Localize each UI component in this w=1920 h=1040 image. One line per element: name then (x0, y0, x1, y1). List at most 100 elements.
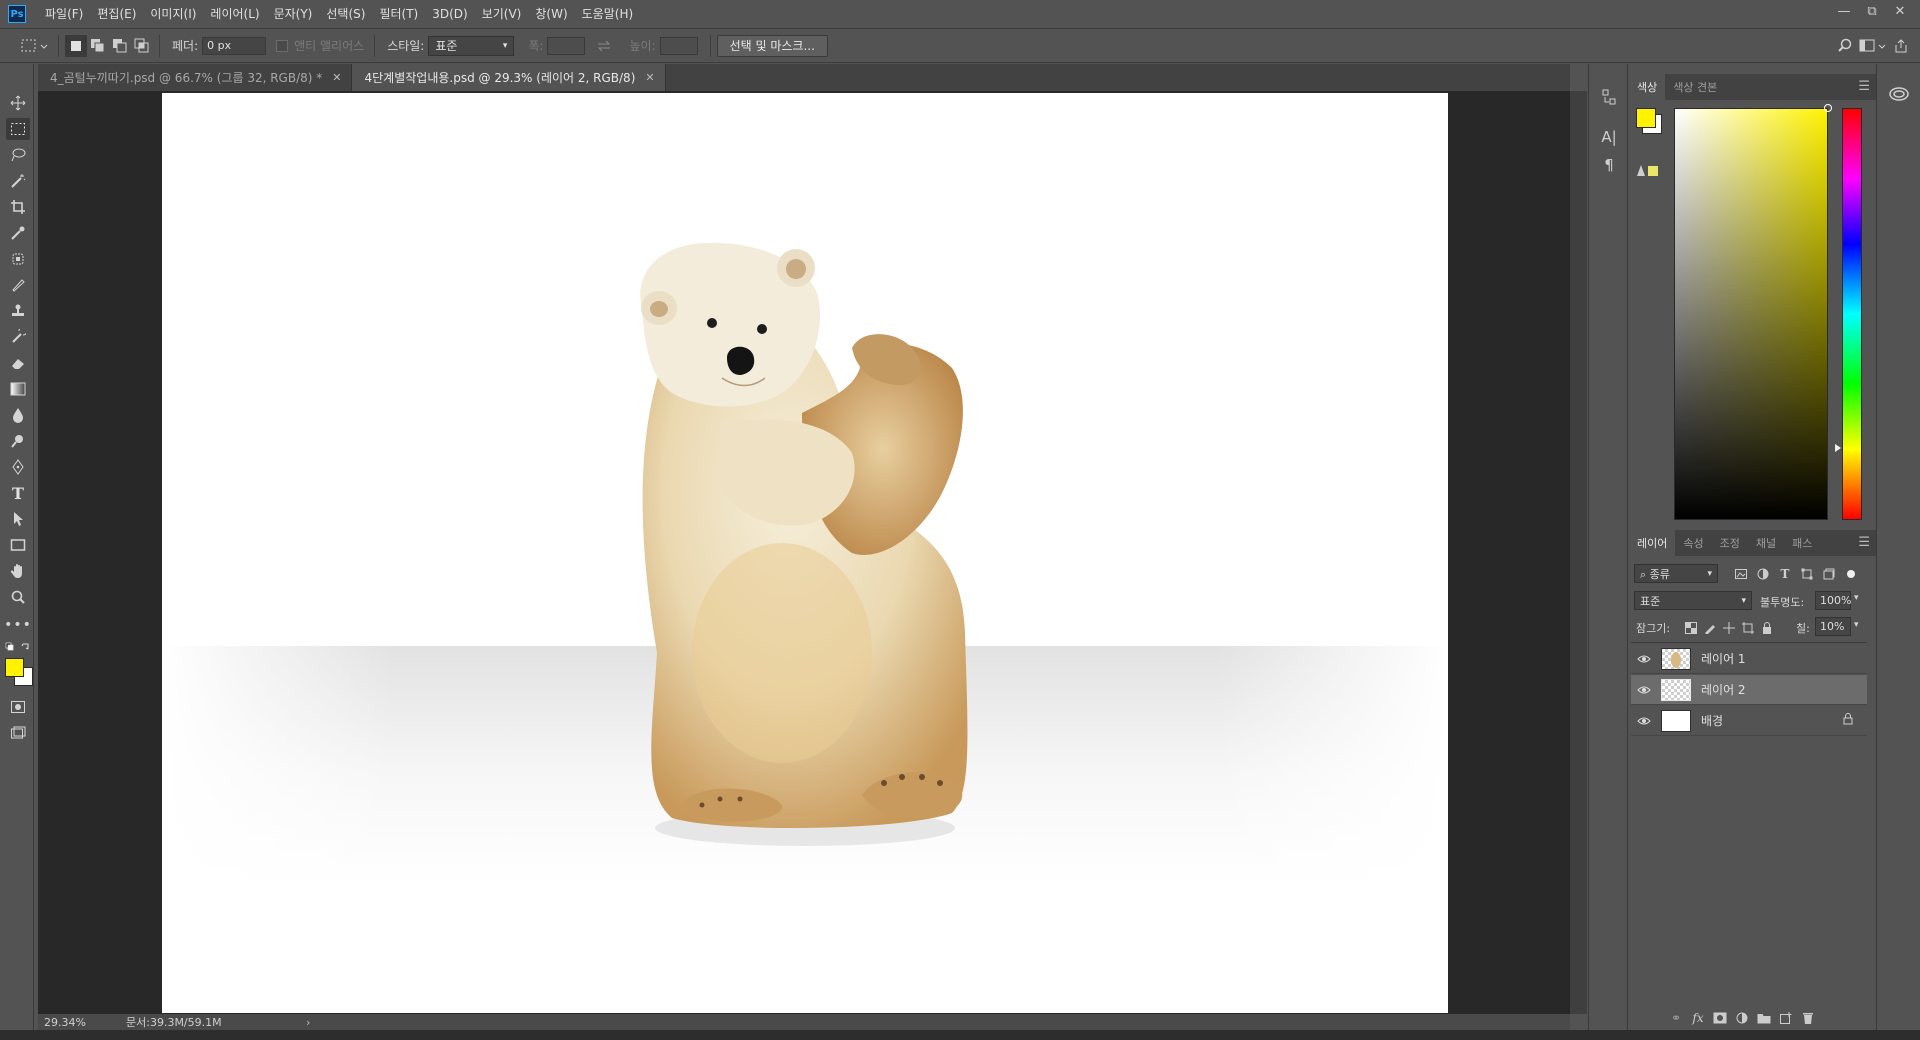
menu-select[interactable]: 선택(S) (319, 0, 372, 28)
antialias-checkbox[interactable] (276, 39, 289, 52)
menu-file[interactable]: 파일(F) (38, 0, 90, 28)
pen-tool-icon[interactable] (6, 456, 30, 478)
canvas[interactable] (162, 93, 1448, 1013)
tab-swatches[interactable]: 색상 견본 (1665, 74, 1725, 100)
layer-row-background[interactable]: 배경 (1631, 706, 1867, 736)
search-icon[interactable] (1834, 35, 1856, 57)
eyedropper-tool-icon[interactable] (6, 222, 30, 244)
rectangle-tool-icon[interactable] (6, 534, 30, 556)
tab-color[interactable]: 색상 (1629, 74, 1666, 100)
zoom-tool-icon[interactable] (6, 586, 30, 608)
layer-style-icon[interactable]: fx (1687, 1008, 1709, 1028)
zoom-level[interactable]: 29.34% (44, 1016, 116, 1029)
new-selection-button[interactable] (65, 34, 87, 57)
type-tool-icon[interactable]: T (6, 482, 30, 504)
status-menu-arrow-icon[interactable]: › (306, 1016, 310, 1029)
dodge-tool-icon[interactable] (6, 430, 30, 452)
swap-dimensions-icon[interactable] (593, 35, 615, 57)
layer-row-1[interactable]: 레이어 1 (1631, 644, 1867, 674)
eye-visibility-icon[interactable] (1631, 685, 1657, 695)
marquee-preset-picker[interactable] (16, 35, 52, 57)
lock-pixels-icon[interactable] (1702, 620, 1718, 636)
fill-input[interactable]: 10% (1815, 617, 1851, 636)
menu-layer[interactable]: 레이어(L) (203, 0, 266, 28)
blend-mode-select[interactable]: 표준 ▾ (1634, 591, 1752, 610)
close-tab-icon[interactable]: ✕ (645, 71, 654, 84)
blur-tool-icon[interactable] (6, 404, 30, 426)
filter-adjustment-icon[interactable] (1752, 564, 1774, 584)
filter-type-icon[interactable]: T (1774, 564, 1796, 584)
feather-input[interactable] (202, 36, 267, 55)
filter-toggle-icon[interactable] (1840, 564, 1862, 584)
default-colors-icon[interactable] (4, 641, 32, 653)
clone-stamp-tool-icon[interactable] (6, 300, 30, 322)
tab-paths[interactable]: 패스 (1784, 530, 1820, 556)
tab-adjustments[interactable]: 조정 (1712, 530, 1748, 556)
link-layers-icon[interactable]: ⚭ (1665, 1008, 1687, 1028)
document-tab-1[interactable]: 4_곰털누끼따기.psd @ 66.7% (그룹 32, RGB/8) * ✕ (38, 64, 353, 91)
adjustment-layer-icon[interactable] (1731, 1008, 1753, 1028)
document-tab-2[interactable]: 4단계별작업내용.psd @ 29.3% (레이어 2, RGB/8) ✕ (352, 64, 666, 91)
more-tools-icon[interactable]: ••• (4, 614, 31, 636)
filter-smart-object-icon[interactable] (1818, 564, 1840, 584)
screen-mode-icon[interactable] (6, 722, 30, 744)
tab-layers[interactable]: 레이어 (1629, 530, 1676, 556)
filter-pixel-icon[interactable] (1730, 564, 1752, 584)
lock-all-icon[interactable] (1759, 620, 1775, 636)
magic-wand-tool-icon[interactable] (6, 170, 30, 192)
eraser-tool-icon[interactable] (6, 352, 30, 374)
lasso-tool-icon[interactable] (6, 144, 30, 166)
quick-mask-icon[interactable] (6, 696, 30, 718)
intersect-selection-button[interactable] (131, 35, 153, 57)
subtract-selection-button[interactable] (109, 35, 131, 57)
delete-layer-icon[interactable] (1797, 1008, 1819, 1028)
menu-help[interactable]: 도움말(H) (575, 0, 641, 28)
vertical-scrollbar[interactable] (1570, 91, 1587, 1014)
character-panel-icon[interactable]: A| (1597, 126, 1621, 148)
panel-menu-icon[interactable]: ☰ (1858, 79, 1870, 94)
new-layer-icon[interactable] (1775, 1008, 1797, 1028)
add-mask-icon[interactable] (1709, 1008, 1731, 1028)
color-picker-field[interactable] (1674, 104, 1832, 520)
layer-row-2[interactable]: 레이어 2 (1631, 675, 1867, 705)
color-panel-foreground-swatch[interactable] (1636, 108, 1656, 128)
width-input[interactable] (547, 36, 586, 55)
gradient-tool-icon[interactable] (6, 378, 30, 400)
brush-tool-icon[interactable] (6, 274, 30, 296)
foreground-color-swatch[interactable] (5, 658, 24, 677)
lock-position-icon[interactable] (1721, 620, 1737, 636)
eye-visibility-icon[interactable] (1631, 654, 1657, 664)
creative-cloud-libraries-icon[interactable] (1887, 84, 1911, 104)
history-brush-tool-icon[interactable] (6, 326, 30, 348)
path-selection-tool-icon[interactable] (6, 508, 30, 530)
menu-type[interactable]: 문자(Y) (267, 0, 320, 28)
color-picker-cursor[interactable] (1824, 104, 1832, 112)
menu-window[interactable]: 창(W) (528, 0, 574, 28)
hue-slider[interactable] (1842, 108, 1862, 520)
opacity-slider-toggle-icon[interactable]: ▾ (1854, 593, 1859, 603)
close-icon[interactable]: ✕ (1886, 0, 1914, 22)
eye-visibility-icon[interactable] (1631, 716, 1657, 726)
add-selection-button[interactable] (87, 35, 109, 57)
panel-menu-icon[interactable]: ☰ (1858, 535, 1870, 550)
hand-tool-icon[interactable] (6, 560, 30, 582)
move-tool-icon[interactable] (6, 92, 30, 114)
style-select[interactable]: 표준 ▾ (428, 35, 515, 56)
tab-properties[interactable]: 속성 (1675, 530, 1711, 556)
lock-transparent-icon[interactable] (1683, 620, 1699, 636)
filter-shape-icon[interactable] (1796, 564, 1818, 584)
minimize-icon[interactable]: — (1830, 0, 1858, 22)
close-tab-icon[interactable]: ✕ (332, 71, 341, 84)
gamut-warning-icon[interactable] (1636, 164, 1660, 178)
healing-brush-tool-icon[interactable] (6, 248, 30, 270)
menu-3d[interactable]: 3D(D) (425, 0, 474, 28)
fill-slider-toggle-icon[interactable]: ▾ (1854, 620, 1859, 630)
menu-view[interactable]: 보기(V) (475, 0, 529, 28)
lock-icon[interactable] (1843, 713, 1853, 728)
restore-icon[interactable]: ⧉ (1858, 0, 1886, 22)
menu-filter[interactable]: 필터(T) (372, 0, 425, 28)
history-panel-icon[interactable] (1597, 86, 1621, 108)
menu-edit[interactable]: 편집(E) (90, 0, 143, 28)
new-group-icon[interactable] (1753, 1008, 1775, 1028)
height-input[interactable] (659, 36, 698, 55)
